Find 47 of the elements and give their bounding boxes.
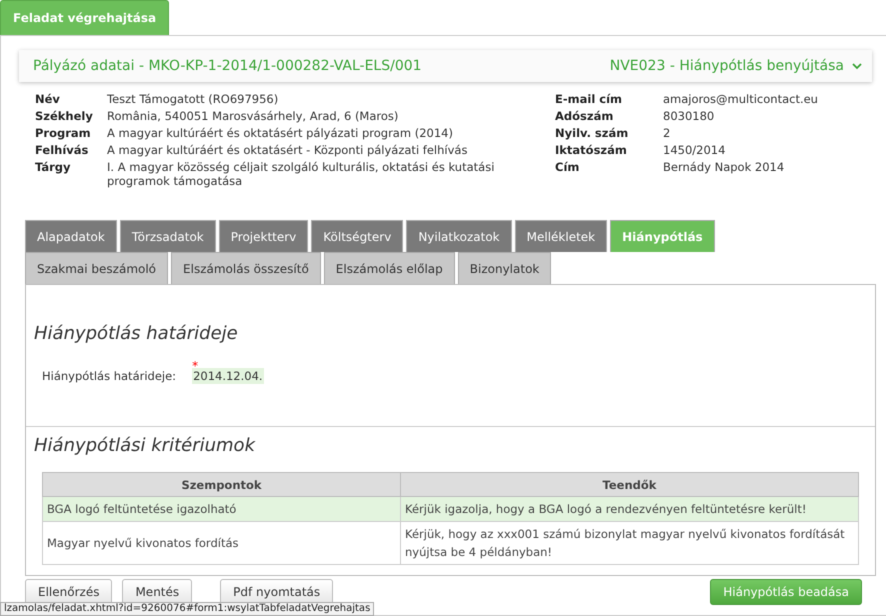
page-tab[interactable]: Feladat végrehajtása xyxy=(0,0,170,35)
tab[interactable]: Elszámolás összesítő xyxy=(171,252,321,284)
tab[interactable]: Alapadatok xyxy=(25,220,117,252)
field-value: 8030180 xyxy=(663,109,716,123)
section-title: Hiánypótlás határideje xyxy=(34,323,239,344)
field-value: amajoros@multicontact.eu xyxy=(663,92,819,106)
field-value: I. A magyar közösség céljait szolgáló kulturális, oktatási és kutatási programok támogatása xyxy=(107,160,496,188)
field-value: Teszt Támogatott (RO697956) xyxy=(107,92,280,106)
field-label: Nyilv. szám xyxy=(555,126,630,140)
field-value: 1450/2014 xyxy=(663,143,726,157)
field-value: România, 540051 Marosvásárhely, Arad, 6 (Maros) xyxy=(107,109,400,123)
table-cell: Kérjük igazolja, hogy a BGA logó a rendezvényen feltüntetésre került! xyxy=(400,496,858,522)
tab[interactable]: Szakmai beszámoló xyxy=(25,252,168,284)
table-cell: Magyar nyelvű kivonatos fordítás xyxy=(42,522,400,564)
header-title: Pályázó adatai - MKO-KP-1-2014/1-000282-VAL-ELS/001 xyxy=(33,58,422,74)
field-value: Bernády Napok 2014 xyxy=(663,160,786,174)
tab[interactable]: Költségterv xyxy=(311,220,404,252)
submit-button[interactable]: Hiánypótlás beadása xyxy=(710,579,862,605)
field-label: Székhely xyxy=(35,109,94,123)
column-header: Teendők xyxy=(400,472,858,496)
tab[interactable]: Mellékletek xyxy=(514,220,608,252)
field-label: Hiánypótlás határideje: xyxy=(42,369,176,383)
task-title: NVE023 - Hiánypótlás benyújtása xyxy=(610,58,844,74)
field-value: A magyar kultúráért és oktatásért pályázati program (2014) xyxy=(107,126,454,140)
tab[interactable]: Elszámolás előlap xyxy=(324,252,455,284)
field-label: Iktatószám xyxy=(555,143,628,157)
tab[interactable]: Bizonylatok xyxy=(458,252,552,284)
table-cell: BGA logó feltüntetése igazolható xyxy=(42,496,400,522)
field-label: Felhívás xyxy=(35,143,90,157)
field-label: E-mail cím xyxy=(555,92,624,106)
field-label: Tárgy xyxy=(35,160,72,176)
section-title: Hiánypótlási kritériumok xyxy=(34,435,256,456)
table-cell: Kérjük, hogy az xxx001 számú bizonylat magyar nyelvű kivonatos fordítását nyújtsa be 4 példányban! xyxy=(400,522,858,564)
status-url: lzamolas/feladat.xhtml?id=9260076#form1:wsylatTabfeladatVegrehajtas xyxy=(0,602,374,616)
field-label: Név xyxy=(35,92,61,106)
field-label: Program xyxy=(35,126,92,140)
required-mark: * xyxy=(192,359,198,373)
field-value: 2 xyxy=(663,126,672,140)
tab[interactable]: Törzsadatok xyxy=(120,220,216,252)
column-header: Szempontok xyxy=(42,472,400,496)
field-label: Adószám xyxy=(555,109,614,123)
tab[interactable]: Hiánypótlás xyxy=(610,220,715,252)
tab[interactable]: Projektterv xyxy=(218,220,308,252)
field-value: A magyar kultúráért és oktatásért - Központi pályázati felhívás xyxy=(107,143,468,157)
field-label: Cím xyxy=(555,160,580,174)
chevron-down-icon[interactable] xyxy=(852,62,862,70)
tab[interactable]: Nyilatkozatok xyxy=(406,220,512,252)
